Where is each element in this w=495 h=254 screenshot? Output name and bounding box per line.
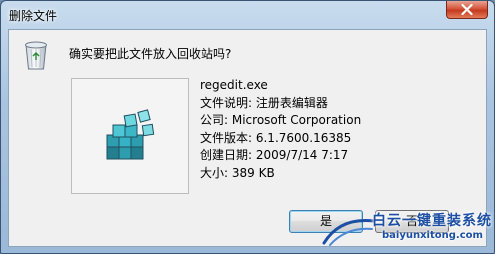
close-icon (461, 4, 473, 15)
file-info: regedit.exe 文件说明: 注册表编辑器 公司: Microsoft C… (200, 77, 361, 182)
window-title: 删除文件 (9, 9, 58, 23)
watermark-url: baiyunxitong.com (382, 230, 483, 241)
regedit-icon (106, 109, 155, 160)
file-description: 文件说明: 注册表编辑器 (200, 95, 328, 110)
watermark-logo (322, 218, 376, 246)
watermark: 白云一键重装系统 baiyunxitong.com (320, 209, 492, 249)
delete-file-dialog: 删除文件 确实要把此文件放入回收站吗? regedit.exe 文件说明: 注册… (0, 0, 495, 254)
file-size: 大小: 389 KB (200, 165, 275, 180)
recycle-bin-icon (25, 41, 47, 70)
file-version: 文件版本: 6.1.7600.16385 (200, 130, 352, 145)
file-thumbnail (71, 78, 189, 194)
confirm-message: 确实要把此文件放入回收站吗? (69, 47, 232, 61)
file-name: regedit.exe (200, 78, 268, 92)
title-bar[interactable]: 删除文件 (1, 1, 494, 29)
file-company: 公司: Microsoft Corporation (200, 113, 362, 127)
file-created-date: 创建日期: 2009/7/14 7:17 (200, 148, 349, 162)
watermark-title: 白云一键重装系统 (372, 213, 492, 229)
close-button[interactable] (446, 1, 488, 19)
